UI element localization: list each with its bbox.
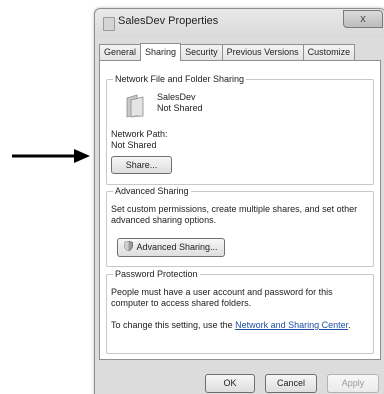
network-sharing-center-link[interactable]: Network and Sharing Center [235,320,348,330]
folder-icon [125,94,145,118]
close-button[interactable]: x [343,10,383,28]
cancel-button[interactable]: Cancel [265,374,317,393]
shield-icon [124,240,134,252]
tab-strip: General Sharing Security Previous Versio… [99,43,356,61]
tab-sharing[interactable]: Sharing [140,43,182,61]
folder-name: SalesDev [157,92,196,102]
tab-general[interactable]: General [99,44,142,60]
arrow-pointer-icon [12,149,90,163]
tab-customize[interactable]: Customize [302,44,356,60]
tab-previous-versions[interactable]: Previous Versions [221,44,304,60]
network-path-label: Network Path: [111,129,168,139]
screenshot-stage: SalesDev Properties x General Sharing Se… [0,0,384,394]
window-title: SalesDev Properties [118,15,219,27]
change-setting-suffix: . [348,320,351,330]
advanced-sharing-button[interactable]: Advanced Sharing... [117,238,225,257]
group-title: Advanced Sharing [113,185,191,197]
network-sharing-group: Network File and Folder Sharing SalesDev… [106,73,374,185]
network-path-value: Not Shared [111,140,157,150]
change-setting-text: To change this setting, use the Network … [111,320,367,331]
group-title: Password Protection [113,268,200,280]
group-title: Network File and Folder Sharing [113,73,247,85]
advanced-sharing-description: Set custom permissions, create multiple … [111,204,358,225]
title-bar[interactable]: SalesDev Properties x [95,9,384,35]
ok-button[interactable]: OK [205,374,255,393]
properties-window: SalesDev Properties x General Sharing Se… [94,8,384,394]
advanced-sharing-group: Advanced Sharing Set custom permissions,… [106,185,374,267]
sharing-panel: Network File and Folder Sharing SalesDev… [99,60,381,360]
advanced-sharing-button-label: Advanced Sharing... [136,242,218,252]
password-protection-group: Password Protection People must have a u… [106,268,374,354]
change-setting-prefix: To change this setting, use the [111,320,236,330]
apply-button[interactable]: Apply [327,374,379,393]
tab-security[interactable]: Security [180,44,223,60]
share-status: Not Shared [157,103,203,113]
window-icon [103,17,115,31]
password-protection-description: People must have a user account and pass… [111,287,333,308]
share-button[interactable]: Share... [111,156,172,174]
